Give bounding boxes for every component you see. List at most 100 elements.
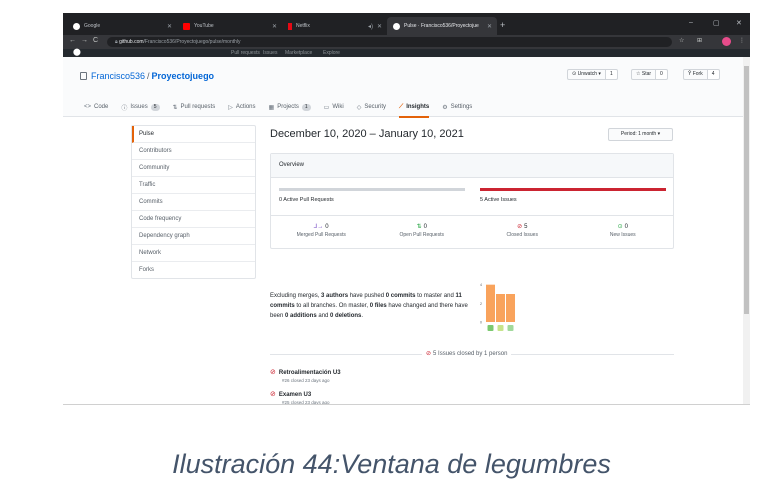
browser-tab-netflix[interactable]: Netflix ◂) ✕ [282, 17, 387, 35]
browser-screenshot: Google ✕ YouTube ✕ Netflix ◂) ✕ Pulse · … [63, 13, 750, 405]
tab-security[interactable]: ◇ Security [357, 97, 386, 117]
tab-actions[interactable]: ▷ Actions [228, 97, 255, 117]
commit-bar[interactable] [496, 294, 505, 322]
summary-text: to all branches. On master, [294, 303, 370, 309]
projects-counter: 1 [301, 103, 311, 111]
header-issues-link[interactable]: Issues [263, 49, 277, 57]
stat-label: New Issues [609, 232, 636, 238]
star-control[interactable]: ☆ Star 0 [631, 69, 668, 80]
close-icon[interactable]: ✕ [377, 23, 382, 30]
period-select[interactable]: Period: 1 month ▾ [608, 128, 673, 141]
summary-text: and [316, 313, 331, 319]
speaker-icon: ◂) [367, 23, 373, 30]
pull-request-icon: ⇅ [416, 224, 422, 230]
repo-name-link[interactable]: Proyectojuego [152, 71, 215, 81]
new-tab-button[interactable]: + [500, 20, 505, 30]
merged-prs-stat[interactable]: ⅃→ 0 Merged Pull Requests [271, 216, 372, 248]
stars-count[interactable]: 0 [656, 69, 668, 80]
sidebar-item-code-frequency[interactable]: Code frequency [132, 211, 255, 228]
sidebar-item-dependency-graph[interactable]: Dependency graph [132, 228, 255, 245]
address-bar[interactable]: 🔒︎ github.com/Francisco536/Proyectojuego… [107, 37, 672, 47]
maximize-button[interactable]: ▢ [713, 19, 720, 27]
open-prs-stat[interactable]: ⇅ 0 Open Pull Requests [372, 216, 473, 248]
forward-icon[interactable]: → [81, 37, 88, 44]
repo-header: Francisco536/Proyectojuego ⊙ Unwatch ▾ 1… [63, 57, 743, 118]
stat-label: Merged Pull Requests [296, 232, 346, 238]
watchers-count[interactable]: 1 [605, 69, 618, 80]
unwatch-button[interactable]: ⊙ Unwatch ▾ [567, 69, 606, 80]
author-avatar[interactable] [487, 325, 494, 331]
close-window-button[interactable]: ✕ [736, 19, 742, 27]
sidebar-item-traffic[interactable]: Traffic [132, 177, 255, 194]
deletions-count: 0 deletions [330, 313, 362, 319]
back-icon[interactable]: ← [69, 37, 76, 44]
issue-title-link[interactable]: Examen U3 [279, 392, 311, 398]
header-pull-requests-link[interactable]: Pull requests [231, 49, 260, 57]
repo-owner-link[interactable]: Francisco536 [91, 71, 145, 81]
sidebar-item-community[interactable]: Community [132, 160, 255, 177]
figure-caption: Ilustración 44:Ventana de legumbres [172, 449, 611, 479]
commit-bar[interactable] [486, 284, 495, 322]
tab-settings[interactable]: ⚙ Settings [442, 97, 472, 117]
sidebar-item-pulse[interactable]: Pulse [132, 126, 255, 143]
scrollbar-thumb[interactable] [744, 66, 749, 314]
tab-pull-requests[interactable]: ⇅ Pull requests [173, 97, 216, 117]
extensions-icon[interactable]: ⊞ [697, 37, 702, 44]
active-issues-link[interactable]: 5 Active Issues [480, 197, 517, 203]
sidebar-item-network[interactable]: Network [132, 245, 255, 262]
gear-icon: ⚙ [442, 104, 448, 111]
tab-label: Pulse · Francisco536/Proyectojue [404, 23, 479, 29]
commits-by-author-chart: 4 2 0 [480, 283, 515, 331]
profile-avatar[interactable] [722, 37, 731, 46]
issues-bar-fill [480, 188, 666, 191]
header-explore-link[interactable]: Explore [323, 49, 340, 57]
overview-bars: 0 Active Pull Requests 5 Active Issues [271, 178, 673, 216]
minimize-button[interactable]: – [689, 19, 693, 26]
github-logo-icon[interactable]: ⬤ [73, 49, 81, 57]
browser-tab-youtube[interactable]: YouTube ✕ [177, 17, 282, 35]
netflix-icon [288, 22, 292, 30]
sidebar-item-commits[interactable]: Commits [132, 194, 255, 211]
tab-wiki[interactable]: ▭ Wiki [324, 97, 344, 117]
browser-toolbar: ← → C 🔒︎ github.com/Francisco536/Proyect… [63, 35, 750, 49]
tab-insights[interactable]: ⟋ Insights [399, 97, 430, 118]
close-icon[interactable]: ✕ [167, 23, 172, 30]
page-scrollbar[interactable] [743, 57, 750, 404]
stat-number: 0 [624, 224, 628, 230]
issue-title-link[interactable]: Retroalimentación U3 [279, 370, 341, 376]
bookmark-star-icon[interactable]: ☆ [679, 37, 684, 44]
sidebar-item-contributors[interactable]: Contributors [132, 143, 255, 160]
tab-issues[interactable]: ⓘ Issues 5 [121, 97, 160, 117]
new-issues-stat[interactable]: ⊙ 0 New Issues [573, 216, 674, 248]
forks-count[interactable]: 4 [707, 69, 720, 80]
shield-icon: ◇ [356, 104, 362, 111]
author-avatar[interactable] [507, 325, 514, 331]
tab-label: Wiki [332, 104, 344, 110]
tab-projects[interactable]: ▦ Projects 1 [269, 97, 311, 117]
close-icon[interactable]: ✕ [272, 23, 277, 30]
summary-text: Excluding merges, [270, 293, 322, 299]
star-button[interactable]: ☆ Star [631, 69, 657, 80]
repo-title: Francisco536/Proyectojuego [80, 71, 214, 81]
browser-tab-google[interactable]: Google ✕ [67, 17, 177, 35]
fork-button[interactable]: Ŷ Fork [683, 69, 708, 80]
issues-bar [480, 188, 666, 191]
y-tick-label: 2 [480, 302, 482, 306]
reload-icon[interactable]: C [93, 37, 98, 44]
fork-control[interactable]: Ŷ Fork 4 [683, 69, 720, 80]
tab-code[interactable]: <> Code [84, 97, 108, 117]
active-pull-requests-link[interactable]: 0 Active Pull Requests [279, 197, 334, 203]
author-avatar[interactable] [497, 325, 504, 331]
commit-summary: Excluding merges, 3 authors have pushed … [270, 291, 475, 321]
project-icon: ▦ [268, 104, 275, 111]
code-icon: <> [84, 104, 92, 110]
unwatch-control[interactable]: ⊙ Unwatch ▾ 1 [567, 69, 618, 80]
sidebar-item-forks[interactable]: Forks [132, 262, 255, 279]
commit-bar[interactable] [506, 294, 515, 322]
pull-request-icon: ⇅ [172, 104, 178, 111]
closed-issues-stat[interactable]: ⊘ 5 Closed Issues [472, 216, 573, 248]
browser-tab-pulse[interactable]: Pulse · Francisco536/Proyectojue ✕ [387, 17, 497, 35]
header-marketplace-link[interactable]: Marketplace [285, 49, 312, 57]
menu-icon[interactable]: ⋮ [739, 37, 745, 44]
close-icon[interactable]: ✕ [487, 23, 492, 30]
